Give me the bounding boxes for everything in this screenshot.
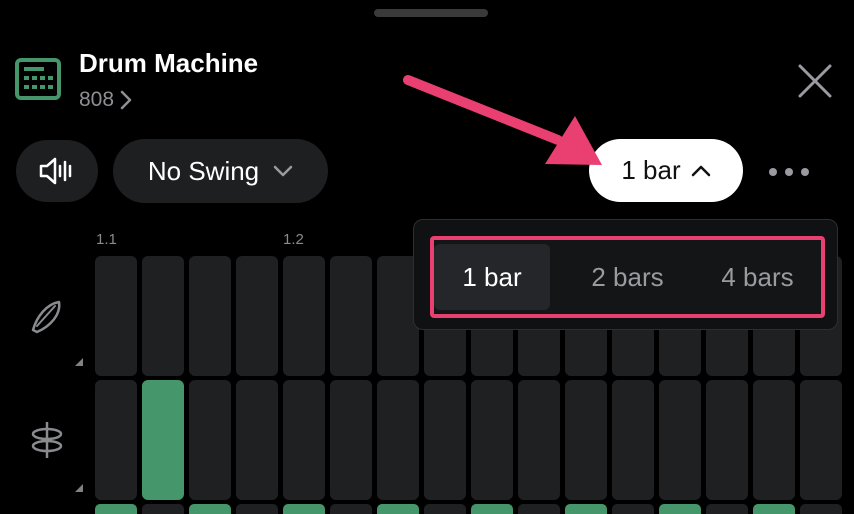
option-2-bars[interactable]: 2 bars	[554, 244, 701, 310]
drag-handle[interactable]	[374, 9, 488, 17]
step-cell[interactable]	[377, 504, 419, 514]
step-cell[interactable]	[236, 256, 278, 376]
step-cell[interactable]	[330, 380, 372, 500]
more-options-icon[interactable]	[764, 162, 814, 182]
step-cell[interactable]	[283, 504, 325, 514]
step-cell[interactable]	[518, 380, 560, 500]
step-cell[interactable]	[706, 380, 748, 500]
step-cell[interactable]	[753, 504, 795, 514]
step-cell[interactable]	[424, 504, 466, 514]
step-cell[interactable]	[659, 504, 701, 514]
chevron-up-icon	[691, 165, 710, 176]
step-cell[interactable]	[236, 504, 278, 514]
step-cell[interactable]	[283, 380, 325, 500]
step-cell[interactable]	[706, 504, 748, 514]
ruler-marker: 1.1	[96, 231, 117, 248]
step-cell[interactable]	[283, 256, 325, 376]
step-cell[interactable]	[659, 380, 701, 500]
row-expand-handle[interactable]	[75, 484, 83, 492]
row-expand-handle[interactable]	[75, 358, 83, 366]
step-cell[interactable]	[800, 380, 842, 500]
step-cell[interactable]	[189, 504, 231, 514]
drum-machine-icon	[15, 58, 61, 100]
close-icon[interactable]	[796, 62, 834, 100]
step-cell[interactable]	[189, 380, 231, 500]
step-cell[interactable]	[471, 380, 513, 500]
step-cell[interactable]	[565, 380, 607, 500]
step-cell[interactable]	[95, 256, 137, 376]
step-cell[interactable]	[95, 380, 137, 500]
step-cell[interactable]	[612, 380, 654, 500]
step-cell[interactable]	[189, 256, 231, 376]
option-4-bars[interactable]: 4 bars	[694, 244, 821, 310]
step-cell[interactable]	[95, 504, 137, 514]
step-cell[interactable]	[565, 504, 607, 514]
step-cell[interactable]	[236, 380, 278, 500]
swing-dropdown[interactable]: No Swing	[113, 139, 328, 203]
bar-length-label: 1 bar	[621, 155, 681, 185]
step-cell[interactable]	[142, 380, 184, 500]
step-cell[interactable]	[518, 504, 560, 514]
chevron-down-icon	[273, 165, 293, 177]
speaker-icon	[39, 157, 72, 185]
step-cell[interactable]	[424, 380, 466, 500]
step-cell[interactable]	[142, 504, 184, 514]
step-cell[interactable]	[471, 504, 513, 514]
swing-label: No Swing	[147, 155, 260, 186]
bar-length-dropdown[interactable]: 1 bar	[589, 139, 743, 202]
step-cell[interactable]	[330, 504, 372, 514]
step-cell[interactable]	[612, 504, 654, 514]
ruler-marker: 1.2	[283, 231, 304, 248]
step-cell[interactable]	[377, 380, 419, 500]
step-cell[interactable]	[330, 256, 372, 376]
page-title: Drum Machine	[79, 48, 259, 78]
bar-length-options: 1 bar 2 bars 4 bars	[430, 236, 825, 318]
kit-name: 808	[79, 88, 115, 111]
option-1-bar[interactable]: 1 bar	[434, 244, 550, 310]
volume-button[interactable]	[16, 140, 98, 202]
kit-link[interactable]: 808	[79, 88, 132, 112]
chevron-right-icon	[120, 90, 132, 110]
hi-hat-icon[interactable]	[25, 294, 69, 338]
step-cell[interactable]	[142, 256, 184, 376]
snare-icon[interactable]	[25, 418, 69, 462]
step-cell[interactable]	[800, 504, 842, 514]
step-cell[interactable]	[753, 380, 795, 500]
